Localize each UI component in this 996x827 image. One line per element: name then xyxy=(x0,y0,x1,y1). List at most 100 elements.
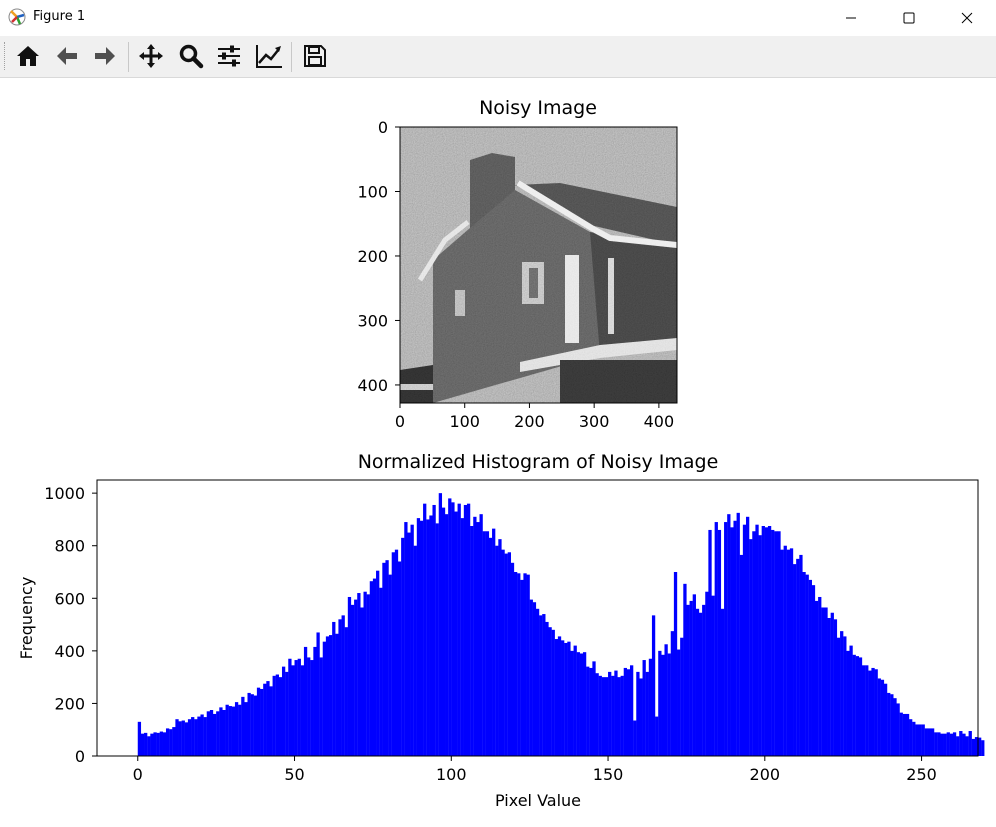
histogram-bar xyxy=(222,710,226,756)
save-button[interactable] xyxy=(299,40,331,72)
histogram-bar xyxy=(943,733,947,756)
histogram-bar xyxy=(156,732,160,756)
histogram-bar xyxy=(504,553,508,756)
histogram-bar xyxy=(407,532,411,756)
histogram-bar xyxy=(291,665,295,756)
close-button[interactable] xyxy=(938,0,996,36)
forward-button[interactable] xyxy=(89,40,121,72)
histogram-bar xyxy=(934,732,938,756)
histogram-bar xyxy=(598,675,602,756)
histogram-bar xyxy=(357,593,361,756)
histogram-bar xyxy=(579,653,584,756)
close-icon xyxy=(961,12,973,24)
histogram-bar xyxy=(592,661,596,756)
histogram-xtick-label: 100 xyxy=(436,765,467,784)
image-xtick-label: 0 xyxy=(395,412,405,431)
histogram-bar xyxy=(855,656,860,756)
histogram-bar xyxy=(332,621,336,756)
histogram-bar xyxy=(924,728,928,756)
zoom-icon xyxy=(179,44,204,69)
maximize-button[interactable] xyxy=(880,0,938,36)
histogram-bar xyxy=(388,574,392,756)
histogram-bar xyxy=(727,514,731,756)
histogram-bar xyxy=(840,631,844,756)
histogram-bar xyxy=(648,658,653,756)
histogram-bar xyxy=(401,537,405,756)
histogram-bar xyxy=(595,673,599,756)
histogram-bar xyxy=(764,527,769,756)
forward-icon xyxy=(95,47,115,65)
histogram-bar xyxy=(927,728,932,756)
histogram-bar xyxy=(159,731,163,756)
histogram-bar xyxy=(843,636,847,756)
histogram-bar xyxy=(633,720,637,756)
histogram-bar xyxy=(861,665,866,756)
histogram-bar xyxy=(316,632,320,756)
histogram-bar xyxy=(545,621,549,756)
edit-axis-button[interactable] xyxy=(252,40,284,72)
histogram-bar xyxy=(448,498,452,756)
histogram-bar xyxy=(836,637,841,756)
pan-button[interactable] xyxy=(135,40,167,72)
histogram-bar xyxy=(294,660,298,756)
histogram-bar xyxy=(677,649,681,756)
histogram-bar xyxy=(184,722,189,756)
histogram-bar xyxy=(285,671,289,756)
histogram-bar xyxy=(300,665,305,756)
histogram-bar xyxy=(457,503,461,756)
histogram-bar xyxy=(949,733,954,756)
histogram-bar xyxy=(247,692,251,756)
histogram-bar xyxy=(187,719,192,756)
histogram-bar xyxy=(410,524,414,756)
histogram-bar xyxy=(250,694,254,756)
histogram-bar xyxy=(818,596,822,756)
edit-axis-icon xyxy=(256,45,282,68)
home-button[interactable] xyxy=(12,40,44,72)
histogram-bar xyxy=(206,711,211,756)
image-xtick-label: 300 xyxy=(579,412,610,431)
histogram-bar xyxy=(698,612,703,756)
figure-canvas[interactable]: Noisy Image 0 100 200 300 40001002003004… xyxy=(0,78,996,827)
histogram-bar xyxy=(937,732,941,756)
histogram-bar xyxy=(423,503,427,756)
histogram-bar xyxy=(479,514,483,756)
histogram-bar xyxy=(363,591,367,756)
histogram-bar xyxy=(507,552,512,756)
histogram-bar xyxy=(758,535,762,756)
histogram-bar xyxy=(561,640,565,756)
histogram-bar xyxy=(808,579,812,756)
histogram-bar xyxy=(611,675,615,756)
histogram-bar xyxy=(811,585,816,756)
histogram-bar xyxy=(432,504,436,756)
histogram-bar xyxy=(830,612,834,756)
image-axes: Noisy Image xyxy=(399,97,678,404)
histogram-bar xyxy=(391,552,395,756)
histogram-bar xyxy=(438,493,443,756)
histogram-bar xyxy=(846,650,850,756)
histogram-bar xyxy=(852,654,856,756)
configure-subplots-button[interactable] xyxy=(213,40,245,72)
minimize-button[interactable] xyxy=(822,0,880,36)
histogram-xtick-label: 50 xyxy=(284,765,304,784)
image-xtick-label: 200 xyxy=(514,412,545,431)
histogram-bar xyxy=(570,650,574,756)
histogram-bar xyxy=(492,528,496,756)
histogram-bar xyxy=(137,721,142,756)
histogram-bar xyxy=(952,732,957,756)
histogram-bar xyxy=(382,562,386,756)
toolbar-grip[interactable] xyxy=(4,42,7,70)
zoom-button[interactable] xyxy=(175,40,207,72)
histogram-bar xyxy=(445,514,449,756)
histogram-xtick-label: 0 xyxy=(133,765,143,784)
histogram-bar xyxy=(708,529,712,756)
histogram-bar xyxy=(956,736,960,756)
histogram-bar xyxy=(548,627,552,756)
histogram-bar xyxy=(153,732,157,756)
back-button[interactable] xyxy=(51,40,83,72)
histogram-bar xyxy=(213,713,217,756)
histogram-bar xyxy=(752,531,756,756)
histogram-bar xyxy=(745,516,750,756)
histogram-bar xyxy=(473,516,477,756)
histogram-bar xyxy=(181,720,185,756)
histogram-bar xyxy=(623,667,628,756)
